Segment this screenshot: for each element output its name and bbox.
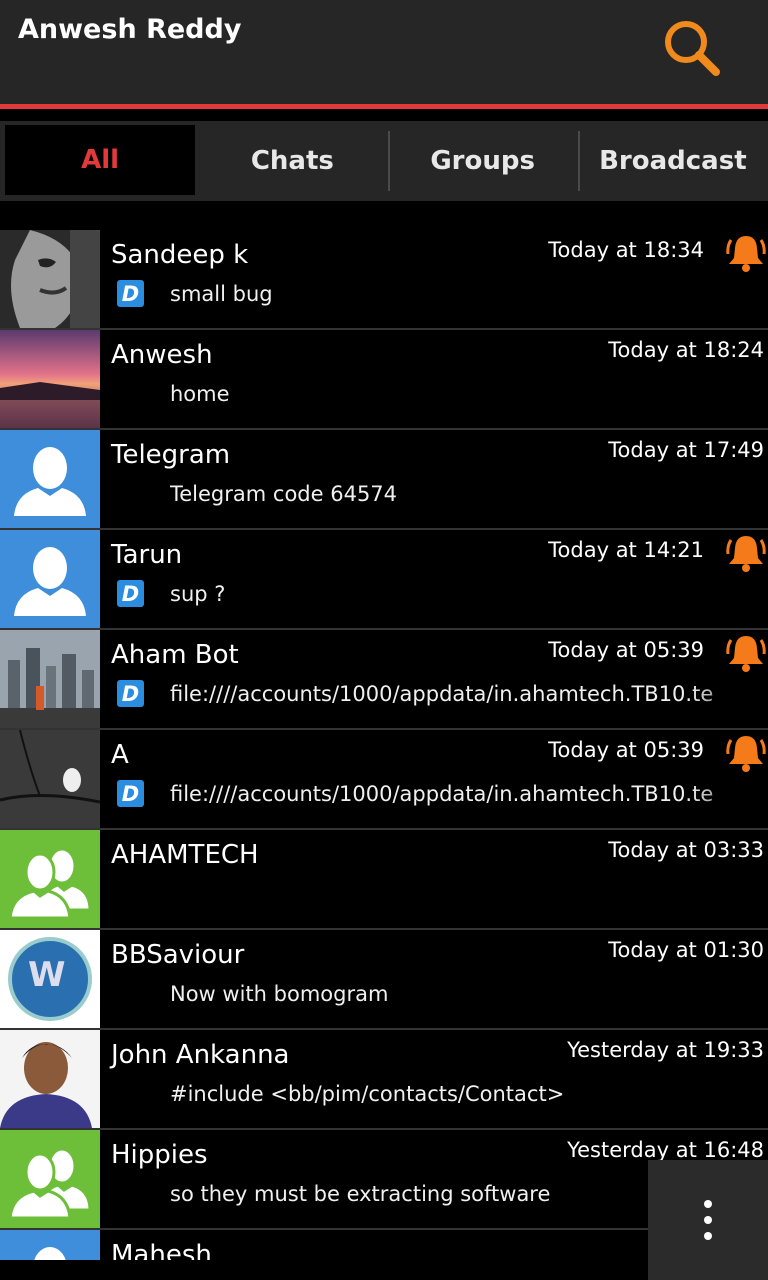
message-preview: home bbox=[170, 382, 230, 406]
avatar bbox=[0, 1030, 100, 1128]
bell-icon bbox=[726, 532, 766, 574]
message-preview: Now with bomogram bbox=[170, 982, 389, 1006]
timestamp: Today at 05:39 bbox=[548, 638, 704, 662]
conversation-list: Sandeep k Today at 18:34 D small bug Anw… bbox=[0, 230, 768, 1260]
conversation-row[interactable]: John Ankanna Yesterday at 19:33 #include… bbox=[0, 1030, 768, 1130]
contact-name: A bbox=[111, 740, 129, 770]
filter-tabs: All Chats Groups Broadcast bbox=[0, 121, 768, 201]
contact-name: John Ankanna bbox=[111, 1040, 290, 1070]
contact-name: Hippies bbox=[111, 1140, 208, 1170]
message-preview: sup ? bbox=[170, 582, 226, 606]
avatar: W bbox=[0, 930, 100, 1028]
message-preview: file:////accounts/1000/appdata/in.ahamte… bbox=[170, 782, 714, 806]
message-preview: Telegram code 64574 bbox=[170, 482, 398, 506]
avatar bbox=[0, 830, 100, 928]
avatar bbox=[0, 330, 100, 428]
conversation-row[interactable]: A Today at 05:39 D file:////accounts/100… bbox=[0, 730, 768, 830]
contact-name: Telegram bbox=[111, 440, 231, 470]
contact-name: Aham Bot bbox=[111, 640, 239, 670]
tab-broadcast[interactable]: Broadcast bbox=[577, 121, 768, 201]
conversation-row[interactable]: Aham Bot Today at 05:39 D file:////accou… bbox=[0, 630, 768, 730]
tab-all[interactable]: All bbox=[5, 125, 196, 195]
avatar bbox=[0, 730, 100, 828]
bell-icon bbox=[726, 632, 766, 674]
avatar bbox=[0, 230, 100, 328]
contact-name: Sandeep k bbox=[111, 240, 249, 270]
tab-groups[interactable]: Groups bbox=[387, 121, 578, 201]
contact-name: Anwesh bbox=[111, 340, 213, 370]
avatar bbox=[0, 530, 100, 628]
conversation-row[interactable]: Anwesh Today at 18:24 home bbox=[0, 330, 768, 430]
bell-icon bbox=[726, 732, 766, 774]
conversation-row[interactable]: Telegram Today at 17:49 Telegram code 64… bbox=[0, 430, 768, 530]
avatar bbox=[0, 430, 100, 528]
timestamp: Today at 17:49 bbox=[608, 438, 764, 462]
timestamp: Today at 01:30 bbox=[608, 938, 764, 962]
conversation-row[interactable]: AHAMTECH Today at 03:33 bbox=[0, 830, 768, 930]
timestamp: Today at 14:21 bbox=[548, 538, 704, 562]
svg-text:W: W bbox=[28, 955, 66, 995]
delivered-badge: D bbox=[117, 780, 144, 807]
contact-name: BBSaviour bbox=[111, 940, 245, 970]
contact-name: Tarun bbox=[111, 540, 183, 570]
timestamp: Today at 18:34 bbox=[548, 238, 704, 262]
timestamp: Today at 03:33 bbox=[608, 838, 764, 862]
tab-chats[interactable]: Chats bbox=[197, 121, 387, 201]
delivered-badge: D bbox=[117, 280, 144, 307]
message-preview: file:////accounts/1000/appdata/in.ahamte… bbox=[170, 682, 714, 706]
avatar bbox=[0, 1230, 100, 1260]
timestamp: Yesterday at 16:48 bbox=[567, 1138, 764, 1162]
contact-name: Mahesh bbox=[111, 1240, 212, 1260]
timestamp: Today at 18:24 bbox=[608, 338, 764, 362]
avatar bbox=[0, 630, 100, 728]
message-preview: #include <bb/pim/contacts/Contact> bbox=[170, 1082, 565, 1106]
delivered-badge: D bbox=[117, 680, 144, 707]
delivered-badge: D bbox=[117, 580, 144, 607]
more-vertical-icon[interactable] bbox=[648, 1160, 768, 1280]
conversation-row[interactable]: Tarun Today at 14:21 D sup ? bbox=[0, 530, 768, 630]
timestamp: Today at 05:39 bbox=[548, 738, 704, 762]
contact-name: AHAMTECH bbox=[111, 840, 259, 870]
bell-icon bbox=[726, 232, 766, 274]
title-bar: Anwesh Reddy bbox=[0, 0, 768, 104]
timestamp: Yesterday at 19:33 bbox=[567, 1038, 764, 1062]
page-title: Anwesh Reddy bbox=[18, 14, 242, 45]
conversation-row[interactable]: Sandeep k Today at 18:34 D small bug bbox=[0, 230, 768, 330]
search-icon[interactable] bbox=[660, 16, 724, 80]
message-preview: small bug bbox=[170, 282, 273, 306]
avatar bbox=[0, 1130, 100, 1228]
conversation-row[interactable]: W BBSaviour Today at 01:30 Now with bomo… bbox=[0, 930, 768, 1030]
